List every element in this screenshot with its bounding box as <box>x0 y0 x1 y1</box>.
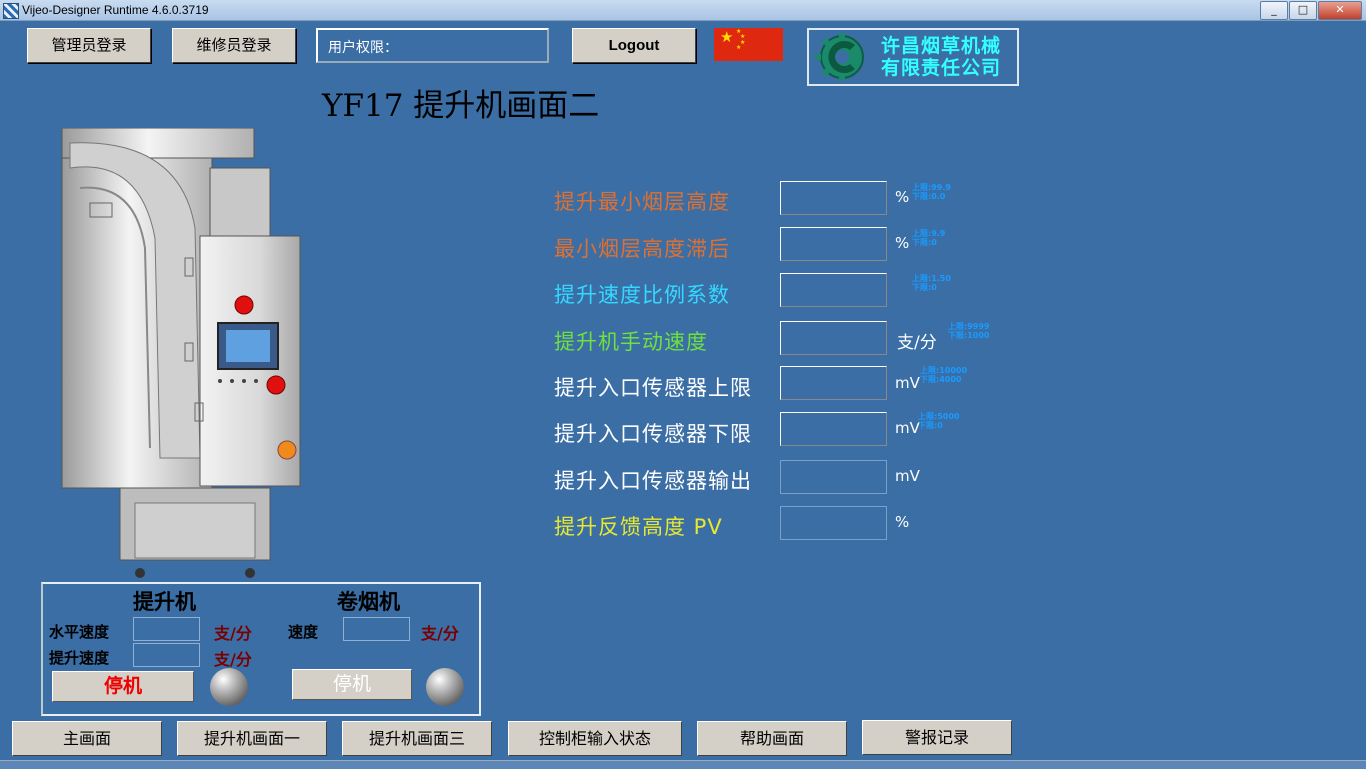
param-unit: mV <box>895 467 920 485</box>
lift-speed-label: 提升速度 <box>49 649 110 667</box>
param-range: 上限:99.9 下限:0.0 <box>912 183 951 201</box>
param-range: 上限:1.50 下限:0 <box>912 274 951 292</box>
param-input-manual-speed[interactable] <box>780 321 887 355</box>
elevator-stop-button[interactable]: 停机 <box>52 671 194 702</box>
param-range: 上限:10000 下限:4000 <box>920 366 968 384</box>
cigarette-speed-label: 速度 <box>288 623 319 641</box>
param-label-sensor-upper: 提升入口传感器上限 <box>554 376 752 400</box>
lift-speed-value <box>133 643 200 667</box>
nav-help-screen[interactable]: 帮助画面 <box>697 721 847 756</box>
lift-speed-unit: 支/分 <box>214 650 252 669</box>
param-label-sensor-lower: 提升入口传感器下限 <box>554 422 752 446</box>
maximize-button[interactable]: □ <box>1289 1 1317 20</box>
param-label-sensor-output: 提升入口传感器输出 <box>554 469 752 493</box>
param-range: 上限:9999 下限:1000 <box>948 322 990 340</box>
minimize-button[interactable]: _ <box>1260 1 1288 20</box>
param-input-sensor-upper[interactable] <box>780 366 887 400</box>
cigarette-speed-value <box>343 617 410 641</box>
company-name-line2: 有限责任公司 <box>881 57 1002 79</box>
window-titlebar: Vijeo-Designer Runtime 4.6.0.3719 _ □ ✕ <box>0 0 1366 21</box>
company-name-line1: 许昌烟草机械 <box>881 35 1002 57</box>
admin-login-button[interactable]: 管理员登录 <box>27 28 151 63</box>
nav-main-screen[interactable]: 主画面 <box>12 721 162 756</box>
param-unit: mV <box>895 374 920 392</box>
company-logo: 许昌烟草机械 有限责任公司 <box>807 28 1019 86</box>
param-display-feedback-height <box>780 506 887 540</box>
param-range: 上限:5000 下限:0 <box>918 412 960 430</box>
param-input-speed-ratio[interactable] <box>780 273 887 307</box>
param-input-sensor-lower[interactable] <box>780 412 887 446</box>
nav-elevator-screen-1[interactable]: 提升机画面一 <box>177 721 327 756</box>
flag-small-star-icon: ★ <box>736 44 742 51</box>
nav-alarm-log[interactable]: 警报记录 <box>862 720 1012 755</box>
window-title: Vijeo-Designer Runtime 4.6.0.3719 <box>22 3 209 17</box>
close-button[interactable]: ✕ <box>1318 1 1362 20</box>
elevator-title: 提升机 <box>133 589 196 614</box>
param-label-feedback-height: 提升反馈高度 PV <box>554 515 723 539</box>
param-label-min-layer-hysteresis: 最小烟层高度滞后 <box>554 237 730 261</box>
param-unit: % <box>895 188 910 206</box>
param-label-speed-ratio: 提升速度比例系数 <box>554 283 730 307</box>
param-label-min-layer-height: 提升最小烟层高度 <box>554 190 730 214</box>
param-unit: % <box>895 234 910 252</box>
flag-big-star-icon: ★ <box>720 28 734 46</box>
nav-elevator-screen-3[interactable]: 提升机画面三 <box>342 721 492 756</box>
param-input-min-layer-height[interactable] <box>780 181 887 215</box>
maintenance-login-button[interactable]: 维修员登录 <box>172 28 296 63</box>
company-logo-icon <box>815 33 864 81</box>
horizontal-speed-value <box>133 617 200 641</box>
page-title: YF17 提升机画面二 <box>322 88 600 124</box>
china-flag-icon[interactable]: ★ ★ ★ ★ ★ <box>714 28 783 61</box>
nav-cabinet-input-status[interactable]: 控制柜输入状态 <box>508 721 682 756</box>
cigarette-speed-unit: 支/分 <box>421 624 459 643</box>
logout-button[interactable]: Logout <box>572 28 696 63</box>
elevator-machine-illustration <box>61 128 301 578</box>
param-unit: % <box>895 513 910 531</box>
cigarette-stop-button[interactable]: 停机 <box>292 669 412 700</box>
elevator-status-indicator-icon <box>210 668 248 706</box>
cigarette-machine-title: 卷烟机 <box>337 589 400 614</box>
param-range: 上限:9.9 下限:0 <box>912 229 946 247</box>
speed-status-panel: 提升机 卷烟机 水平速度 支/分 提升速度 支/分 速度 支/分 停机 停机 <box>41 582 481 716</box>
horizontal-speed-label: 水平速度 <box>49 623 110 641</box>
param-unit: mV <box>895 419 920 437</box>
user-permission-field: 用户权限： <box>316 28 549 63</box>
param-label-manual-speed: 提升机手动速度 <box>554 330 708 354</box>
user-permission-label: 用户权限： <box>328 40 398 56</box>
cigarette-status-indicator-icon <box>426 668 464 706</box>
param-unit: 支/分 <box>897 333 937 353</box>
param-display-sensor-output <box>780 460 887 494</box>
horizontal-speed-unit: 支/分 <box>214 624 252 643</box>
param-input-min-layer-hysteresis[interactable] <box>780 227 887 261</box>
app-icon <box>3 3 19 19</box>
